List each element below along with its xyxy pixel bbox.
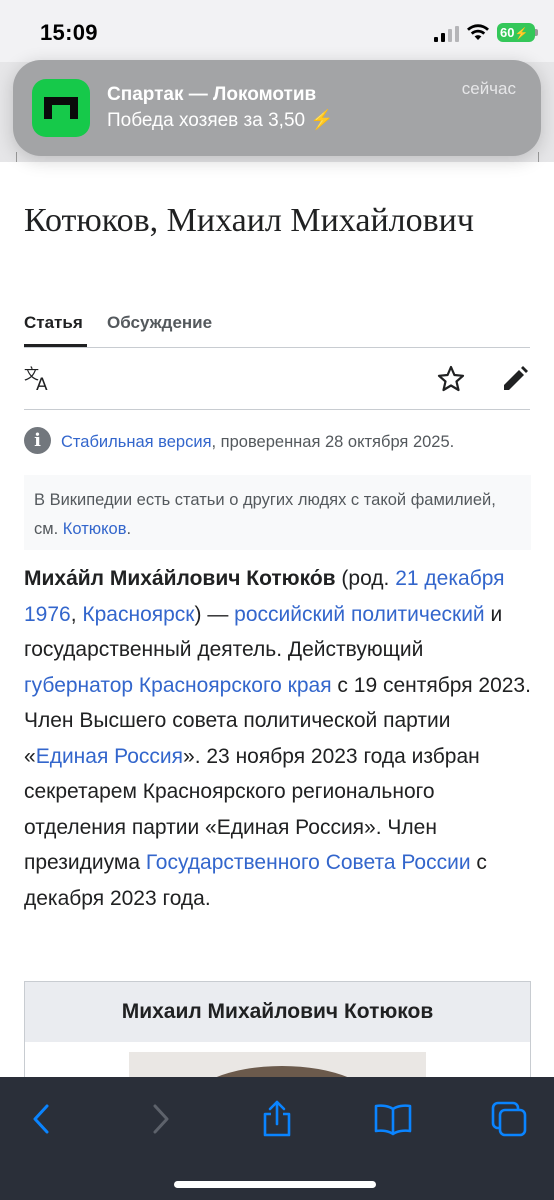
stable-version-text: Стабильная версия, проверенная 28 октябр… <box>61 433 454 452</box>
link-krasnoyarsk[interactable]: Красноярск <box>82 603 194 626</box>
hatnote-link[interactable]: Котюков <box>63 520 127 538</box>
status-time: 15:09 <box>40 20 98 45</box>
subject-name: Миха́йл Миха́йлович Котюко́в <box>24 567 336 590</box>
book-icon[interactable] <box>373 1099 413 1139</box>
notification-title: Спартак — Локомотив <box>107 84 317 105</box>
backdrop-edge <box>538 152 539 162</box>
status-bar: 15:09 60⚡ <box>0 0 554 62</box>
info-icon: i <box>24 427 51 454</box>
notification-banner[interactable]: Спартак — Локомотив Победа хозяев за 3,5… <box>13 60 541 156</box>
star-icon[interactable] <box>436 364 466 394</box>
forward-chevron-icon[interactable] <box>140 1099 180 1139</box>
lead-text: (род. <box>335 567 396 590</box>
lead-text: ) — <box>194 602 235 626</box>
app-logo-leg <box>44 97 52 119</box>
battery-indicator: 60⚡ <box>497 23 535 42</box>
page-actions: 文 A <box>24 348 530 410</box>
stable-version-link[interactable]: Стабильная версия <box>61 433 212 451</box>
active-tab-indicator <box>24 344 87 347</box>
battery-level: 60 <box>500 25 515 40</box>
article-tabs: Статья Обсуждение <box>24 308 530 348</box>
back-chevron-icon[interactable] <box>22 1099 62 1139</box>
wifi-icon <box>467 24 489 40</box>
tab-talk[interactable]: Обсуждение <box>107 313 212 333</box>
tab-article[interactable]: Статья <box>24 313 83 333</box>
link-russian-politician[interactable]: российский политический <box>234 603 485 626</box>
cellular-signal-icon <box>434 26 459 42</box>
battery-tip <box>535 29 538 36</box>
home-indicator[interactable] <box>174 1181 376 1188</box>
link-governor[interactable]: губернатор Красноярского края <box>24 674 332 697</box>
tabs-icon[interactable] <box>489 1099 529 1139</box>
stable-version-date: , проверенная 28 октября 2025. <box>211 433 455 451</box>
language-icon[interactable]: 文 A <box>24 364 54 394</box>
infobox-title: Михаил Михайлович Котюков <box>25 982 530 1042</box>
link-united-russia[interactable]: Единая Россия <box>36 745 183 768</box>
sports-app-icon <box>32 79 90 137</box>
share-icon[interactable] <box>257 1099 297 1139</box>
stable-version-notice: i Стабильная версия, проверенная 28 октя… <box>24 427 534 457</box>
lead-paragraph: Миха́йл Миха́йлович Котюко́в (род. 21 де… <box>24 561 534 916</box>
app-logo-leg <box>70 97 78 119</box>
charging-bolt-icon: ⚡ <box>514 28 529 40</box>
notification-time: сейчас <box>461 79 516 98</box>
lead-text: , <box>70 602 83 626</box>
pencil-icon[interactable] <box>500 364 530 394</box>
page-title: Котюков, Михаил Михайлович <box>24 202 474 239</box>
notification-body: Победа хозяев за 3,50 ⚡ <box>107 110 335 131</box>
backdrop-edge <box>16 152 17 162</box>
hatnote: В Википедии есть статьи о других людях с… <box>24 475 531 550</box>
hatnote-end: . <box>126 520 132 538</box>
link-state-council[interactable]: Государственного Совета России <box>146 851 471 874</box>
svg-text:A: A <box>36 375 48 394</box>
